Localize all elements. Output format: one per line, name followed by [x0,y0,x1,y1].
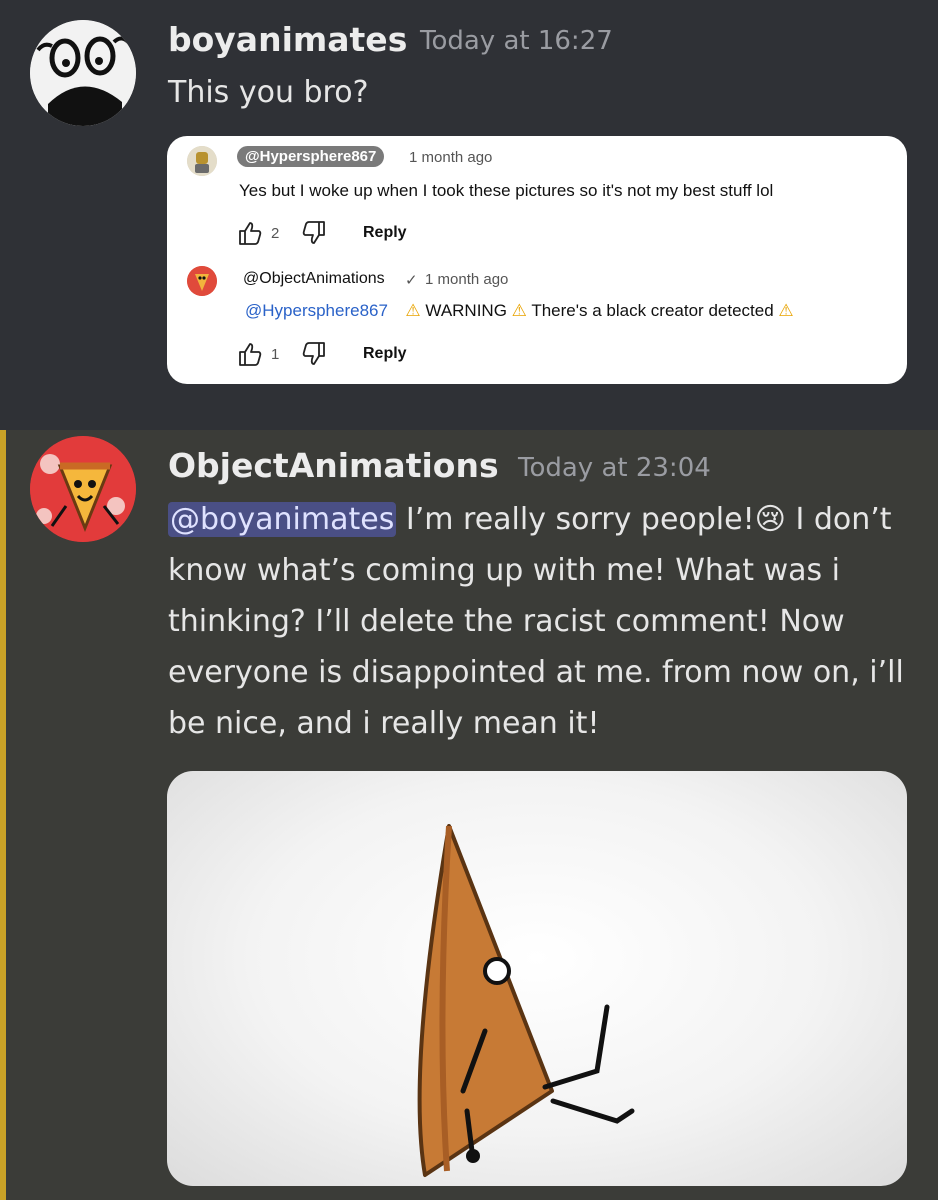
thumbs-up-icon[interactable] [237,220,263,246]
mention-boyanimates[interactable]: @boyanimates [168,502,397,537]
avatar-objectanimations-small [187,266,217,296]
thumbs-down-icon[interactable] [301,341,327,367]
message2-text: @boyanimates I’m really sorry people!😢 I… [168,494,908,749]
avatar-objectanimations[interactable] [30,436,136,542]
warning-icon: ⚠ [511,301,527,320]
comment2-text-row: @Hypersphere867 ⚠ WARNING ⚠ There's a bl… [245,301,794,321]
timestamp-message2: Today at 23:04 [518,453,711,483]
comment2-mention[interactable]: @Hypersphere867 [245,301,388,320]
avatar-boyanimates[interactable] [30,20,136,126]
username-boyanimates[interactable]: boyanimates [168,20,407,59]
comment2-warning-text: WARNING [425,301,507,320]
comment2-body-text: There's a black creator detected [531,301,774,320]
thumbs-up-icon[interactable] [237,341,263,367]
comment1-reply-button[interactable]: Reply [363,224,407,242]
verified-check-icon: ✓ [405,272,418,289]
comment1-age: 1 month ago [409,149,493,166]
message1-text: This you bro? [168,75,369,110]
embedded-comment-screenshot[interactable]: @Hypersphere867 1 month ago Yes but I wo… [167,136,907,384]
robot-avatar-icon [187,146,217,176]
username-objectanimations[interactable]: ObjectAnimations [168,446,499,485]
message2-text-a: I’m really sorry people! [396,502,755,537]
handle-hypersphere867[interactable]: @Hypersphere867 [237,146,385,167]
comment1-text: Yes but I woke up when I took these pict… [239,181,774,200]
crying-face-icon [30,20,136,126]
comment2-reply-button[interactable]: Reply [363,345,407,363]
mention-highlight-bar [0,430,6,1200]
timestamp-message1: Today at 16:27 [420,26,613,56]
crying-emoji-icon: 😢 [754,502,786,537]
avatar-hypersphere867 [187,146,217,176]
comment2-age: 1 month ago [425,271,509,288]
handle-objectanimations[interactable]: @ObjectAnimations [243,270,385,288]
comment1-like-count: 2 [271,225,280,242]
pizza-character-icon [30,436,136,542]
pizza-avatar-icon [187,266,217,296]
warning-icon: ⚠ [405,301,421,320]
attached-image[interactable] [167,771,907,1186]
fallen-pizza-character-icon [417,824,635,1177]
warning-icon: ⚠ [778,301,794,320]
thumbs-down-icon[interactable] [301,220,327,246]
comment2-like-count: 1 [271,346,280,363]
message2-text-b: I don’t know what’s coming up with me! W… [168,502,904,741]
